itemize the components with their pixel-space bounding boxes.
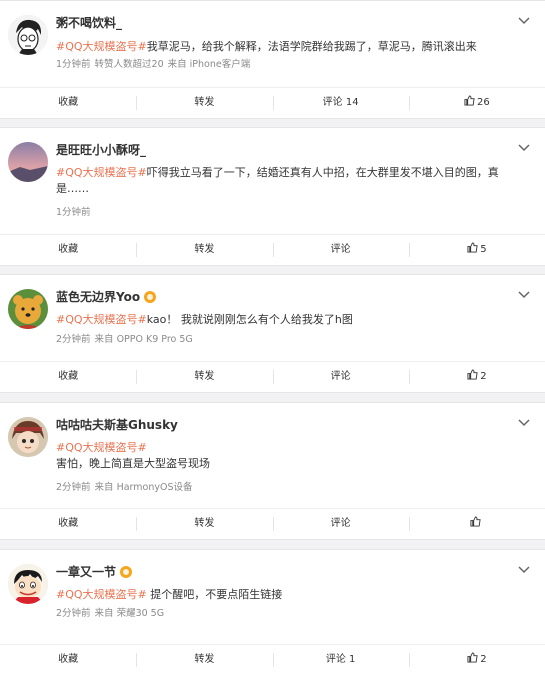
timestamp[interactable]: 1分钟前 [56, 207, 91, 218]
username[interactable]: 粥不喝饮料_ [56, 15, 122, 31]
like-count: 2 [480, 654, 487, 665]
post-card: 是旺旺小小酥呀_ #QQ大规模盗号#吓得我立马看了一下，结婚还真有人中招，在大群… [0, 127, 545, 266]
post-card: 蓝色无边界Yoo #QQ大规模盗号#kao！ 我就说刚刚怎么有个人给我发了h图 … [0, 274, 545, 393]
hashtag-link[interactable]: #QQ大规模盗号# [56, 40, 147, 53]
avatar[interactable] [8, 15, 48, 55]
like-count: 5 [480, 244, 487, 255]
verified-badge-icon [144, 291, 157, 303]
hashtag-link[interactable]: #QQ大规模盗号# [56, 588, 147, 601]
chevron-down-icon[interactable] [517, 565, 531, 575]
timestamp[interactable]: 2分钟前 [56, 608, 91, 619]
favorite-button[interactable]: 收藏 [0, 235, 136, 265]
thumbs-up-icon [464, 95, 475, 106]
post-text: #QQ大规模盗号# 害怕，晚上简直是大型盗号现场 [56, 441, 210, 470]
timestamp[interactable]: 2分钟前 [56, 334, 91, 345]
post-meta: 2分钟前 来自 OPPO K9 Pro 5G [56, 333, 197, 347]
chevron-down-icon[interactable] [517, 418, 531, 428]
username[interactable]: 蓝色无边界Yoo [56, 289, 157, 305]
repost-button[interactable]: 转发 [136, 509, 272, 539]
post-text: #QQ大规模盗号# 提个醒吧，不要点陌生链接 [56, 588, 283, 601]
thumbs-up-icon [467, 369, 478, 380]
like-count: 2 [480, 371, 487, 382]
repost-button[interactable]: 转发 [136, 88, 272, 118]
repost-button[interactable]: 转发 [136, 362, 272, 392]
like-button[interactable]: 26 [408, 88, 545, 118]
username[interactable]: 一章又一节 [56, 564, 133, 580]
post-card: 咕咕咕夫斯基Ghusky #QQ大规模盗号# 害怕，晚上简直是大型盗号现场 2分钟… [0, 402, 545, 540]
avatar[interactable] [8, 417, 48, 457]
like-count: 26 [477, 97, 490, 108]
like-button[interactable]: 2 [408, 645, 545, 675]
thumbs-up-icon [467, 242, 478, 253]
avatar[interactable] [8, 564, 48, 604]
favorite-button[interactable]: 收藏 [0, 645, 136, 675]
source: 来自 HarmonyOS设备 [94, 482, 193, 493]
timestamp[interactable]: 1分钟前 [56, 59, 91, 70]
post-text: #QQ大规模盗号#吓得我立马看了一下，结婚还真有人中招，在大群里发不堪入目的图，… [56, 166, 499, 195]
like-button[interactable]: 2 [408, 362, 545, 392]
thumbs-up-icon [467, 652, 478, 663]
post-meta: 2分钟前 来自 荣耀30 5G [56, 607, 168, 621]
chevron-down-icon[interactable] [517, 16, 531, 26]
timestamp[interactable]: 2分钟前 [56, 482, 91, 493]
post-card: 一章又一节 #QQ大规模盗号# 提个醒吧，不要点陌生链接 2分钟前 来自 荣耀30… [0, 549, 545, 675]
post-meta: 1分钟前 [56, 206, 95, 220]
post-text: #QQ大规模盗号#我草泥马，给我个解释，法语学院群给我踢了，草泥马，腾讯滚出来 [56, 40, 477, 53]
repost-button[interactable]: 转发 [136, 235, 272, 265]
source: 来自 荣耀30 5G [94, 608, 165, 619]
action-bar: 收藏 转发 评论 [0, 508, 545, 539]
hashtag-link[interactable]: #QQ大规模盗号# [56, 441, 147, 454]
action-bar: 收藏 转发 评论 5 [0, 234, 545, 265]
source: 来自 iPhone客户端 [167, 59, 251, 70]
avatar[interactable] [8, 142, 48, 182]
comment-button[interactable]: 评论 [272, 509, 409, 539]
favorite-button[interactable]: 收藏 [0, 362, 136, 392]
username[interactable]: 咕咕咕夫斯基Ghusky [56, 417, 178, 433]
post-text: #QQ大规模盗号#kao！ 我就说刚刚怎么有个人给我发了h图 [56, 313, 353, 326]
repost-stat: 转赞人数超过20 [94, 59, 164, 70]
source: 来自 OPPO K9 Pro 5G [94, 334, 193, 345]
post-meta: 2分钟前 来自 HarmonyOS设备 [56, 481, 197, 495]
username[interactable]: 是旺旺小小酥呀_ [56, 142, 146, 158]
like-button[interactable]: 5 [408, 235, 545, 265]
hashtag-link[interactable]: #QQ大规模盗号# [56, 166, 147, 179]
verified-badge-icon [120, 566, 133, 578]
weibo-feed: 粥不喝饮料_ #QQ大规模盗号#我草泥马，给我个解释，法语学院群给我踢了，草泥马… [0, 0, 545, 675]
action-bar: 收藏 转发 评论 14 26 [0, 87, 545, 118]
post-meta: 1分钟前 转赞人数超过20 来自 iPhone客户端 [56, 58, 254, 72]
favorite-button[interactable]: 收藏 [0, 88, 136, 118]
hashtag-link[interactable]: #QQ大规模盗号# [56, 313, 147, 326]
post-card: 粥不喝饮料_ #QQ大规模盗号#我草泥马，给我个解释，法语学院群给我踢了，草泥马… [0, 0, 545, 119]
chevron-down-icon[interactable] [517, 290, 531, 300]
repost-button[interactable]: 转发 [136, 645, 272, 675]
chevron-down-icon[interactable] [517, 143, 531, 153]
comment-button[interactable]: 评论 [272, 235, 409, 265]
action-bar: 收藏 转发 评论 2 [0, 361, 545, 392]
action-bar: 收藏 转发 评论 1 2 [0, 644, 545, 675]
comment-button[interactable]: 评论 [272, 362, 409, 392]
avatar[interactable] [8, 289, 48, 329]
like-button[interactable] [408, 509, 545, 539]
comment-button[interactable]: 评论 14 [272, 88, 409, 118]
favorite-button[interactable]: 收藏 [0, 509, 136, 539]
comment-button[interactable]: 评论 1 [272, 645, 409, 675]
thumbs-up-icon [470, 516, 481, 527]
